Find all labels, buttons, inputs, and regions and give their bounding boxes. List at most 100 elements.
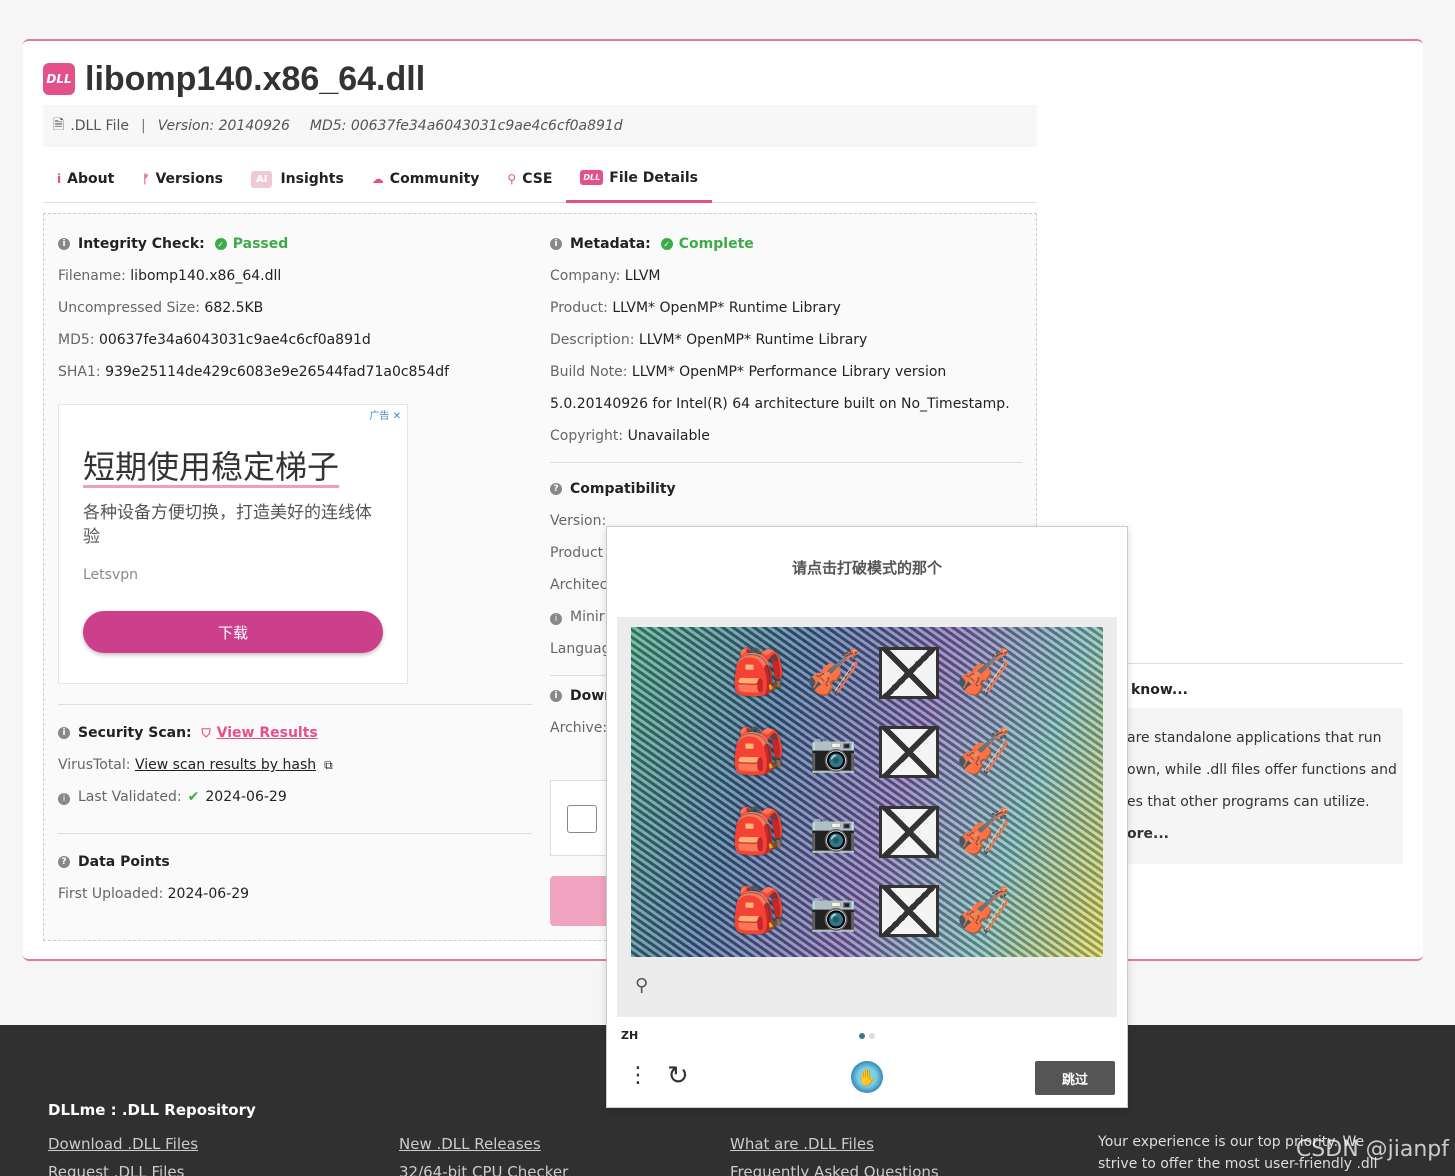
first-uploaded-row: First Uploaded: 2024-06-29 xyxy=(58,878,532,910)
box-icon[interactable] xyxy=(871,792,946,872)
progress-dots xyxy=(859,1033,875,1039)
row-value: LLVM* OpenMP* Runtime Library xyxy=(638,332,868,348)
violin-icon[interactable]: 🎻 xyxy=(946,633,1021,713)
refresh-icon[interactable]: ↻ xyxy=(667,1061,689,1091)
row-value: LLVM* OpenMP* Performance Library versio… xyxy=(631,364,947,380)
row-label: Languag xyxy=(550,641,611,657)
ad-download-button[interactable]: 下载 xyxy=(83,611,383,653)
row-label: Product xyxy=(550,545,604,561)
divider xyxy=(550,462,1022,463)
verify-checkbox[interactable] xyxy=(567,805,597,833)
info-icon: i xyxy=(550,238,562,250)
tab-about[interactable]: i About xyxy=(43,155,128,203)
info-row: MD5: 00637fe34a6043031c9ae4c6cf0a891d xyxy=(58,324,532,356)
integrity-heading: i Integrity Check: ✓ Passed xyxy=(58,228,532,260)
tab-cse[interactable]: ⚲ CSE xyxy=(493,155,566,203)
scan-results-link[interactable]: View scan results by hash xyxy=(135,757,316,773)
search-icon: ⚲ xyxy=(507,172,517,186)
captcha-challenge: 🎒 🎻 🎻 🎒 📷 🎻 🎒 📷 🎻 🎒 📷 🎻 ⚲ xyxy=(617,617,1117,1017)
violin-icon[interactable]: 🎻 xyxy=(946,713,1021,793)
info-icon: i xyxy=(57,172,62,186)
captcha-prompt: 请点击打破模式的那个 xyxy=(791,559,942,577)
watermark: CSDN @jianpf xyxy=(1295,1137,1449,1162)
skip-button[interactable]: 跳过 xyxy=(1035,1061,1115,1095)
row-value: 939e25114de429c6083e9e26544fad71a0c854df xyxy=(105,364,450,380)
footer-link-download[interactable]: Download .DLL Files xyxy=(48,1135,198,1153)
tab-label: About xyxy=(67,171,115,187)
view-results-link[interactable]: View Results xyxy=(217,725,318,741)
left-column: i Integrity Check: ✓ Passed Filename: li… xyxy=(58,214,532,910)
tab-bar: i About ᚠ Versions AI Insights ☁ Communi… xyxy=(43,155,1037,203)
info-row: Product: LLVM* OpenMP* Runtime Library xyxy=(550,292,1022,324)
progress-dot xyxy=(859,1033,865,1039)
help-icon: ? xyxy=(550,483,562,495)
row-label: Architect xyxy=(550,577,613,593)
camera-icon[interactable]: 📷 xyxy=(796,792,871,872)
zoom-icon[interactable]: ⚲ xyxy=(635,975,648,996)
footer-link-request[interactable]: Request .DLL Files xyxy=(48,1163,184,1176)
file-version: Version: 20140926 xyxy=(157,118,290,134)
aside-text: are standalone applications that run xyxy=(1127,730,1382,746)
ad-headline: 短期使用稳定梯子 xyxy=(83,448,340,488)
status-text: Passed xyxy=(232,236,289,252)
more-options-icon[interactable]: ⋮ xyxy=(627,1063,649,1088)
read-more-link[interactable]: ore... xyxy=(1127,818,1403,850)
ad-close-icon[interactable]: 广告 ✕ xyxy=(369,407,401,422)
footer-title: DLLme : .DLL Repository xyxy=(48,1101,256,1119)
advertisement[interactable]: 广告 ✕ 短期使用稳定梯子 各种设备方便切换，打造美好的连线体验 Letsvpn… xyxy=(58,404,408,684)
page-title: libomp140.x86_64.dll xyxy=(85,59,426,98)
check-circle-icon: ✓ xyxy=(660,238,673,250)
camera-icon[interactable]: 📷 xyxy=(796,713,871,793)
external-link-icon[interactable]: ⧉ xyxy=(324,758,333,772)
footer-link-what-are-dll[interactable]: What are .DLL Files xyxy=(730,1135,874,1153)
row-label: Product: xyxy=(550,300,613,316)
document-icon: 🗎 xyxy=(53,117,65,133)
row-label: Build Note: xyxy=(550,364,632,380)
info-row: Copyright: Unavailable xyxy=(550,420,1022,452)
progress-dot xyxy=(869,1033,875,1039)
file-type: .DLL File xyxy=(70,118,129,134)
tab-versions[interactable]: ᚠ Versions xyxy=(128,155,237,203)
violin-icon[interactable]: 🎻 xyxy=(796,633,871,713)
backpack-icon[interactable]: 🎒 xyxy=(721,713,796,793)
camera-icon[interactable]: 📷 xyxy=(796,872,871,952)
info-icon: i xyxy=(58,727,70,739)
footer-link-cpu-checker[interactable]: 32/64-bit CPU Checker xyxy=(399,1163,568,1176)
file-summary-bar: 🗎 .DLL File | Version: 20140926 MD5: 006… xyxy=(43,105,1037,147)
info-icon: i xyxy=(58,238,70,250)
check-circle-icon: ✓ xyxy=(214,238,227,250)
row-value: 682.5KB xyxy=(204,300,264,316)
chat-icon: ☁ xyxy=(371,172,384,186)
row-value: LLVM* OpenMP* Runtime Library xyxy=(612,300,841,316)
backpack-icon[interactable]: 🎒 xyxy=(721,792,796,872)
section-title: Metadata: xyxy=(570,236,651,252)
aside-body: are standalone applications that run own… xyxy=(1107,708,1403,864)
backpack-icon[interactable]: 🎒 xyxy=(721,633,796,713)
tab-community[interactable]: ☁ Community xyxy=(358,155,494,203)
captcha-image[interactable]: 🎒 🎻 🎻 🎒 📷 🎻 🎒 📷 🎻 🎒 📷 🎻 xyxy=(631,627,1103,957)
row-label: VirusTotal: xyxy=(58,757,135,773)
data-points-heading: ? Data Points xyxy=(58,846,532,878)
tab-insights[interactable]: AI Insights xyxy=(237,155,358,203)
language-selector[interactable]: ZH xyxy=(621,1029,638,1042)
box-icon[interactable] xyxy=(871,633,946,713)
row-label: Company: xyxy=(550,268,625,284)
tab-file-details[interactable]: DLL File Details xyxy=(566,155,712,203)
help-icon: ? xyxy=(58,856,70,868)
row-label: Uncompressed Size: xyxy=(58,300,205,316)
violin-icon[interactable]: 🎻 xyxy=(946,872,1021,952)
last-validated-row: i Last Validated: ✔ 2024-06-29 xyxy=(58,781,532,813)
info-row: Filename: libomp140.x86_64.dll xyxy=(58,260,532,292)
footer-link-new-releases[interactable]: New .DLL Releases xyxy=(399,1135,541,1153)
footer-link-faq[interactable]: Frequently Asked Questions xyxy=(730,1163,939,1176)
backpack-icon[interactable]: 🎒 xyxy=(721,872,796,952)
box-icon[interactable] xyxy=(871,872,946,952)
box-icon[interactable] xyxy=(871,713,946,793)
info-row: 5.0.20140926 for Intel(R) 64 architectur… xyxy=(550,388,1022,420)
ai-icon: AI xyxy=(251,170,273,188)
tab-label: Community xyxy=(389,171,480,187)
aside-text: own, while .dll files offer functions an… xyxy=(1127,762,1397,778)
row-label: Minir xyxy=(570,609,605,625)
divider xyxy=(58,704,532,705)
violin-icon[interactable]: 🎻 xyxy=(946,792,1021,872)
